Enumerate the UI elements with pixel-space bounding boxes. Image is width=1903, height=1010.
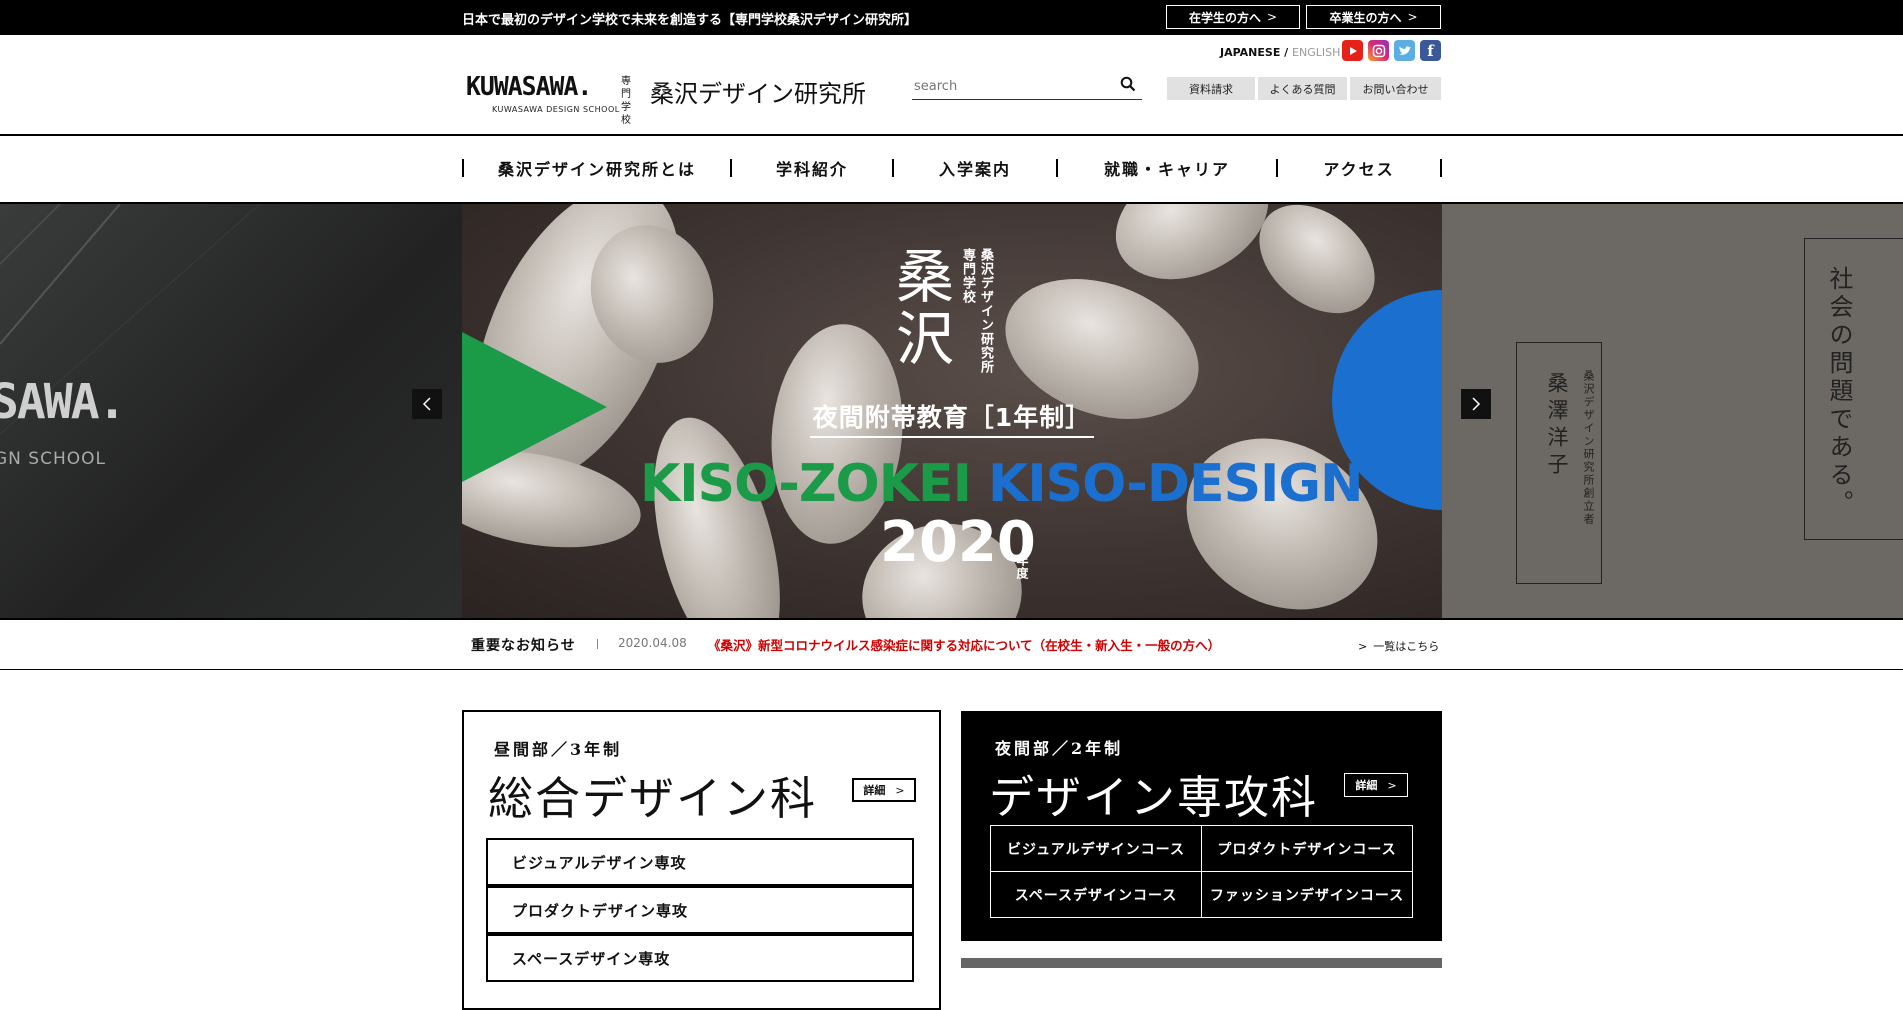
twitter-icon[interactable] [1394, 40, 1415, 61]
news-date: 2020.04.08 [618, 636, 687, 650]
logo-mark: KUWASAWA. [466, 72, 592, 102]
course-item[interactable]: ファッションデザインコース [1201, 871, 1413, 918]
chevron-right-icon: > [1387, 778, 1397, 792]
hero-founder-name: 桑澤洋子 [1545, 372, 1569, 480]
logo-school-name: 桑沢デザイン研究所 [650, 80, 866, 108]
facebook-icon[interactable]: f [1420, 40, 1441, 61]
nav-access[interactable]: アクセス [1278, 152, 1440, 184]
course-item[interactable]: プロダクトデザインコース [1201, 825, 1413, 872]
hero-subtitle: 夜間附帯教育［1年制］ [810, 396, 1094, 438]
card-day-title: 総合デザイン科 [488, 772, 818, 825]
carousel-prev-button[interactable] [412, 389, 442, 419]
alumni-button-label: 卒業生の方へ [1329, 10, 1402, 25]
course-item[interactable]: スペースデザインコース [990, 871, 1202, 918]
hero-title-blue: KISO-DESIGN [988, 454, 1364, 514]
news-label: 重要なお知らせ [471, 638, 576, 654]
card-night-course: 夜間部／2年制 デザイン専攻科 詳細 > ビジュアルデザインコース プロダクトデザ… [961, 711, 1442, 941]
lang-english[interactable]: ENGLISH [1292, 46, 1340, 59]
hero-quote: 社会の問題である。 [1825, 266, 1853, 518]
news-divider-top [0, 618, 1903, 620]
news-more-link[interactable]: > 一覧はこちら [1358, 638, 1439, 654]
major-item[interactable]: スペースデザイン専攻 [486, 934, 914, 982]
nav-departments[interactable]: 学科紹介 [732, 152, 892, 184]
news-more-label: 一覧はこちら [1373, 640, 1440, 653]
lang-separator: / [1284, 46, 1289, 59]
news-separator [597, 639, 598, 649]
card-night-detail-button[interactable]: 詳細 > [1344, 773, 1408, 797]
card-day-detail-button[interactable]: 詳細 > [852, 778, 916, 802]
chevron-right-icon: > [895, 783, 905, 797]
major-item[interactable]: ビジュアルデザイン専攻 [486, 838, 914, 886]
hero-vertical-name: 桑沢デザイン研究所 [978, 248, 993, 374]
news-link[interactable]: 《桑沢》新型コロナウイルス感染症に関する対応について（在校生・新入生・一般の方へ… [708, 635, 1220, 654]
hero-year: 2020 [880, 510, 1036, 575]
header-divider [0, 134, 1903, 136]
logo-subtitle: KUWASAWA DESIGN SCHOOL [492, 105, 620, 114]
top-bar [0, 0, 1903, 35]
students-button-label: 在学生の方へ [1188, 10, 1261, 25]
faq-button[interactable]: よくある質問 [1258, 77, 1347, 100]
alumni-button[interactable]: 卒業生の方へ > [1306, 5, 1441, 29]
carousel-next-button[interactable] [1461, 389, 1491, 419]
hero-year-suffix: 年度 [1015, 554, 1029, 580]
students-button[interactable]: 在学生の方へ > [1166, 5, 1300, 29]
main-nav: 桑沢デザイン研究所とは 学科紹介 入学案内 就職・キャリア アクセス [462, 152, 1442, 184]
request-materials-button[interactable]: 資料請求 [1167, 77, 1255, 100]
card-day-course: 昼間部／3年制 総合デザイン科 詳細 > ビジュアルデザイン専攻 プロダクトデザイ… [462, 710, 941, 1010]
lang-japanese[interactable]: JAPANESE [1220, 46, 1280, 59]
tagline: 日本で最初のデザイン学校で未来を創造する【専門学校桑沢デザイン研究所】 [462, 13, 918, 28]
nav-separator [1440, 159, 1442, 177]
hero-founder-role: 桑沢デザイン研究所創立者 [1582, 370, 1595, 526]
search-icon[interactable] [1120, 76, 1136, 92]
hero-title-green: KISO-ZOKEI [640, 454, 972, 514]
chevron-right-icon: > [1407, 10, 1418, 24]
hero-vertical-school: 専門学校 [960, 248, 975, 304]
logo-senmon: 専門学校 [621, 76, 631, 126]
nav-about[interactable]: 桑沢デザイン研究所とは [464, 152, 730, 184]
language-switch: JAPANESE / ENGLISH [1220, 46, 1340, 59]
contact-button[interactable]: お問い合わせ [1350, 77, 1441, 100]
hero-prev-subtitle: GN SCHOOL [0, 449, 106, 469]
course-item[interactable]: ビジュアルデザインコース [990, 825, 1202, 872]
logo[interactable]: KUWASAWA. KUWASAWA DESIGN SCHOOL 専門学校 桑沢… [466, 72, 886, 126]
card-day-subtitle: 昼間部／3年制 [494, 740, 623, 759]
hero-prev-logo: SAWA. [0, 374, 126, 430]
nav-career[interactable]: 就職・キャリア [1058, 152, 1276, 184]
hero-kanji: 桑沢 [895, 243, 954, 373]
youtube-icon[interactable] [1342, 40, 1363, 61]
search-box [912, 70, 1142, 100]
green-triangle [462, 332, 607, 482]
hero-next-slide[interactable]: 社会の問題である。 桑澤洋子 桑沢デザイン研究所創立者 [1442, 204, 1903, 618]
hero-title: KISO-ZOKEI KISO-DESIGN [640, 454, 1364, 514]
card-night-subtitle: 夜間部／2年制 [995, 739, 1124, 758]
chevron-right-icon: > [1358, 640, 1368, 653]
hero-slide[interactable]: 桑沢 専門学校 桑沢デザイン研究所 夜間附帯教育［1年制］ KISO-ZOKEI… [462, 204, 1442, 618]
detail-label: 詳細 [1355, 779, 1378, 792]
major-item[interactable]: プロダクトデザイン専攻 [486, 886, 914, 934]
chevron-right-icon: > [1266, 10, 1278, 24]
card-night-title: デザイン専攻科 [989, 771, 1319, 824]
card-next-peek [961, 958, 1442, 968]
news-divider-bottom [0, 669, 1903, 670]
search-input[interactable] [912, 78, 1106, 95]
nav-admission[interactable]: 入学案内 [894, 152, 1056, 184]
detail-label: 詳細 [863, 784, 886, 797]
instagram-icon[interactable] [1368, 40, 1389, 61]
hero-prev-slide[interactable]: SAWA. GN SCHOOL [0, 204, 462, 618]
